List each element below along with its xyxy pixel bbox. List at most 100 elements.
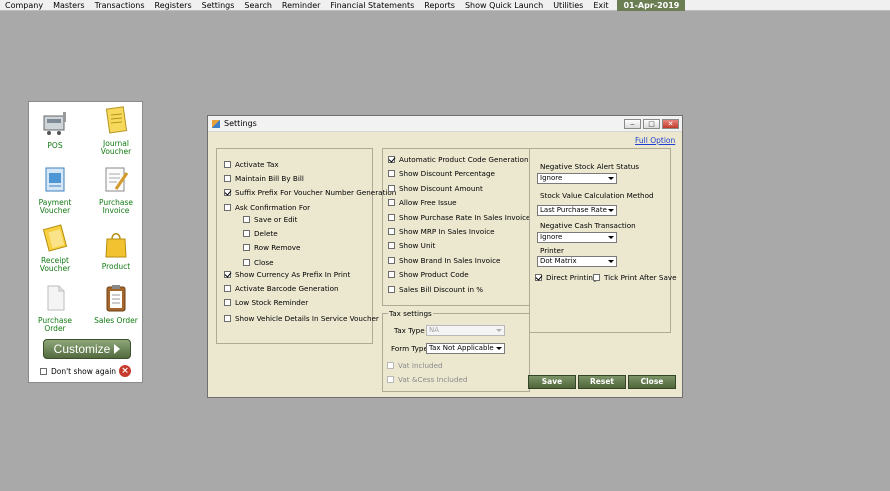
dont-show-again-checkbox[interactable]	[40, 368, 47, 375]
option-maintain-bill[interactable]: Maintain Bill By Bill	[224, 174, 304, 183]
option-show-purchase-rate[interactable]: Show Purchase Rate In Sales Invoice	[388, 213, 530, 222]
option-show-currency[interactable]: Show Currency As Prefix In Print	[224, 270, 350, 279]
menu-masters[interactable]: Masters	[48, 0, 90, 11]
option-ask-confirmation[interactable]: Ask Confirmation For	[224, 203, 310, 212]
printer-select[interactable]: Dot Matrix	[537, 256, 617, 267]
shortcut-journal-voucher[interactable]: Journal Voucher	[91, 106, 141, 156]
option-show-brand[interactable]: Show Brand In Sales Invoice	[388, 256, 500, 265]
shortcut-receipt-voucher[interactable]: Receipt Voucher	[30, 223, 80, 273]
show-unit-checkbox[interactable]	[388, 242, 395, 249]
save-or-edit-checkbox[interactable]	[243, 216, 250, 223]
menu-bar: Company Masters Transactions Registers S…	[0, 0, 890, 11]
show-purchase-rate-checkbox[interactable]	[388, 214, 395, 221]
shortcut-payment-voucher-label: Payment Voucher	[38, 198, 72, 215]
activate-tax-checkbox[interactable]	[224, 161, 231, 168]
allow-free-issue-checkbox[interactable]	[388, 199, 395, 206]
option-save-or-edit[interactable]: Save or Edit	[243, 215, 297, 224]
close-button[interactable]: Close	[628, 375, 676, 389]
show-discount-amt-checkbox[interactable]	[388, 185, 395, 192]
option-activate-barcode[interactable]: Activate Barcode Generation	[224, 284, 339, 293]
dont-show-again-option[interactable]: Don't show again	[40, 367, 116, 376]
chevron-down-icon	[608, 236, 614, 239]
menu-settings[interactable]: Settings	[197, 0, 240, 11]
negative-stock-select[interactable]: Ignore	[537, 173, 617, 184]
menu-registers[interactable]: Registers	[150, 0, 197, 11]
sales-bill-discount-checkbox[interactable]	[388, 286, 395, 293]
show-mrp-checkbox[interactable]	[388, 228, 395, 235]
shortcut-pos[interactable]: POS	[30, 108, 80, 150]
option-show-mrp[interactable]: Show MRP In Sales Invoice	[388, 227, 495, 236]
option-auto-product-code[interactable]: Automatic Product Code Generation	[388, 155, 529, 164]
shortcut-sales-order[interactable]: Sales Order	[91, 283, 141, 325]
form-type-value: Tax Not Applicable	[429, 344, 494, 352]
option-low-stock[interactable]: Low Stock Reminder	[224, 298, 308, 307]
show-brand-label: Show Brand In Sales Invoice	[399, 256, 501, 265]
option-vat-cess[interactable]: Vat &Cess Included	[387, 375, 467, 384]
menu-company[interactable]: Company	[0, 0, 48, 11]
maintain-bill-checkbox[interactable]	[224, 175, 231, 182]
direct-printing-checkbox[interactable]	[535, 274, 542, 281]
tax-type-label: Tax Type	[394, 326, 425, 335]
option-tick-print[interactable]: Tick Print After Save	[593, 273, 677, 282]
delete-label: Delete	[254, 229, 278, 238]
stock-value-method-select[interactable]: Last Purchase Rate	[537, 205, 617, 216]
vat-included-checkbox[interactable]	[387, 362, 394, 369]
option-show-unit[interactable]: Show Unit	[388, 241, 435, 250]
shortcut-payment-voucher[interactable]: Payment Voucher	[30, 165, 80, 215]
option-direct-printing[interactable]: Direct Printing	[535, 273, 597, 282]
shortcut-purchase-invoice[interactable]: Purchase Invoice	[91, 165, 141, 215]
auto-product-code-checkbox[interactable]	[388, 156, 395, 163]
option-activate-tax[interactable]: Activate Tax	[224, 160, 279, 169]
ask-confirmation-checkbox[interactable]	[224, 204, 231, 211]
option-show-discount-pct[interactable]: Show Discount Percentage	[388, 169, 495, 178]
option-show-discount-amt[interactable]: Show Discount Amount	[388, 184, 483, 193]
option-sales-bill-discount[interactable]: Sales Bill Discount in %	[388, 285, 483, 294]
tick-print-checkbox[interactable]	[593, 274, 600, 281]
menu-search[interactable]: Search	[239, 0, 276, 11]
save-button[interactable]: Save	[528, 375, 576, 389]
option-vat-included[interactable]: Vat Included	[387, 361, 443, 370]
shortcut-purchase-order-label: Purchase Order	[37, 316, 73, 333]
show-currency-checkbox[interactable]	[224, 271, 231, 278]
minimize-button[interactable]: ‒	[624, 119, 641, 129]
menu-reports[interactable]: Reports	[419, 0, 460, 11]
menu-reminder[interactable]: Reminder	[277, 0, 326, 11]
suffix-prefix-checkbox[interactable]	[224, 189, 231, 196]
option-allow-free-issue[interactable]: Allow Free Issue	[388, 198, 457, 207]
negative-cash-select[interactable]: Ignore	[537, 232, 617, 243]
tax-type-select[interactable]: NA	[426, 325, 505, 336]
shortcut-purchase-order[interactable]: Purchase Order	[30, 283, 80, 333]
option-show-product-code[interactable]: Show Product Code	[388, 270, 469, 279]
window-close-button[interactable]: ✕	[662, 119, 679, 129]
option-row-remove[interactable]: Row Remove	[243, 243, 300, 252]
close-checkbox[interactable]	[243, 259, 250, 266]
option-suffix-prefix[interactable]: Suffix Prefix For Voucher Number Generat…	[224, 188, 396, 197]
delete-checkbox[interactable]	[243, 230, 250, 237]
show-discount-pct-checkbox[interactable]	[388, 170, 395, 177]
customize-button[interactable]: Customize	[43, 339, 131, 359]
vat-cess-checkbox[interactable]	[387, 376, 394, 383]
show-vehicle-checkbox[interactable]	[224, 315, 231, 322]
full-option-link[interactable]: Full Option	[635, 136, 675, 145]
form-type-select[interactable]: Tax Not Applicable	[426, 343, 505, 354]
option-close[interactable]: Close	[243, 258, 274, 267]
row-remove-checkbox[interactable]	[243, 244, 250, 251]
show-product-code-checkbox[interactable]	[388, 271, 395, 278]
stock-options-box: Negative Stock Alert Status Ignore Stock…	[529, 148, 677, 333]
menu-exit[interactable]: Exit	[588, 0, 613, 11]
close-icon[interactable]: ×	[119, 365, 131, 377]
maximize-button[interactable]: □	[643, 119, 660, 129]
shortcut-product[interactable]: Product	[91, 229, 141, 271]
vat-cess-label: Vat &Cess Included	[398, 375, 468, 384]
activate-barcode-checkbox[interactable]	[224, 285, 231, 292]
show-brand-checkbox[interactable]	[388, 257, 395, 264]
quick-launch-panel: POS Journal Voucher Payment Voucher Purc…	[28, 101, 143, 383]
menu-show-quick-launch[interactable]: Show Quick Launch	[460, 0, 548, 11]
option-show-vehicle[interactable]: Show Vehicle Details In Service Voucher	[224, 314, 379, 323]
option-delete[interactable]: Delete	[243, 229, 278, 238]
menu-transactions[interactable]: Transactions	[90, 0, 150, 11]
menu-utilities[interactable]: Utilities	[548, 0, 588, 11]
low-stock-checkbox[interactable]	[224, 299, 231, 306]
menu-financial-statements[interactable]: Financial Statements	[325, 0, 419, 11]
reset-button[interactable]: Reset	[578, 375, 626, 389]
